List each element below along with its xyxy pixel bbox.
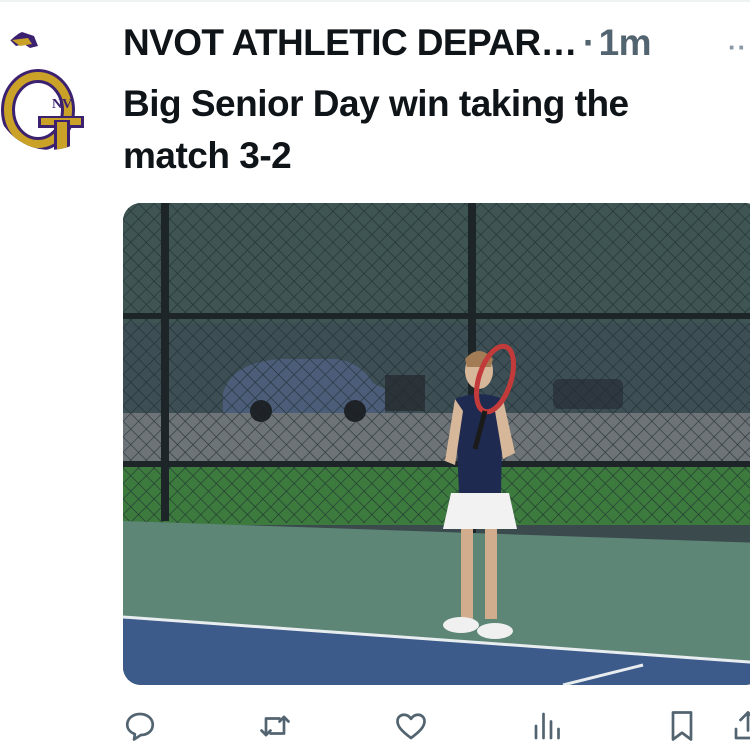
reply-icon[interactable] (122, 708, 158, 744)
tweet-text: Big Senior Day win taking the match 3-2 (123, 83, 629, 176)
photo-image (123, 203, 750, 685)
author-line: NVOT ATHLETIC DEPAR… · 1m (123, 22, 723, 72)
action-bar (0, 700, 750, 750)
tweet-photo[interactable] (123, 203, 750, 685)
team-logo-icon: NV (1, 32, 84, 150)
share-icon[interactable] (730, 708, 750, 744)
like-icon[interactable] (393, 708, 429, 744)
top-divider (0, 0, 750, 2)
separator: · (582, 22, 595, 63)
author-name[interactable]: NVOT ATHLETIC DEPAR… (123, 22, 578, 63)
retweet-icon[interactable] (257, 708, 293, 744)
bookmark-icon[interactable] (664, 708, 700, 744)
views-icon[interactable] (530, 708, 566, 744)
logo-letters: NV (52, 97, 72, 112)
timestamp[interactable]: 1m (599, 22, 652, 63)
more-options-icon[interactable]: ·· (728, 32, 750, 62)
avatar[interactable]: NV (0, 24, 106, 150)
